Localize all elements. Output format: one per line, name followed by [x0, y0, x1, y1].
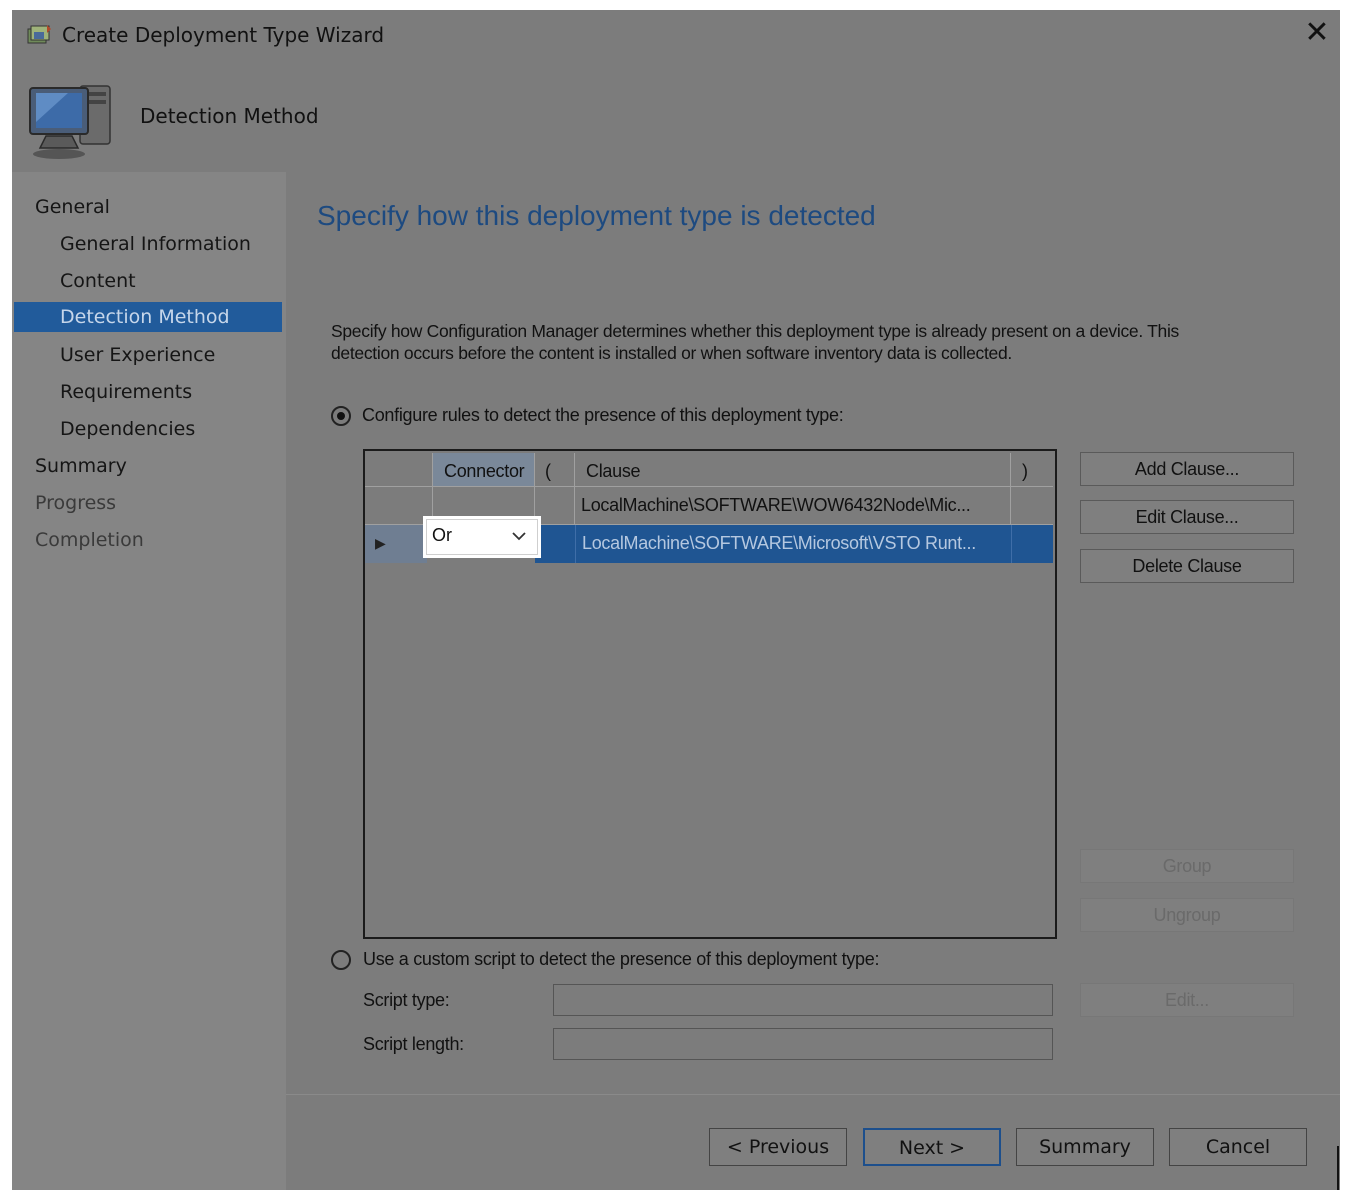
close-icon[interactable]: ✕	[1300, 16, 1334, 50]
ungroup-button[interactable]: Ungroup	[1080, 898, 1294, 932]
row-selected-indicator-icon: ▶	[365, 525, 427, 563]
nav-item-general[interactable]: General	[35, 192, 110, 222]
nav-item-user-experience[interactable]: User Experience	[60, 340, 215, 370]
window-edge	[1337, 1146, 1339, 1192]
title-bar: Create Deployment Type Wizard ✕	[12, 10, 1340, 62]
grid-cell-close-paren[interactable]	[1011, 487, 1053, 525]
chevron-down-icon	[512, 532, 526, 541]
nav-item-completion: Completion	[35, 529, 144, 551]
wizard-window: Create Deployment Type Wizard ✕ Detectio…	[12, 10, 1340, 1190]
grid-header-clause[interactable]: Clause	[575, 453, 1011, 487]
grid-cell-clause[interactable]: LocalMachine\SOFTWARE\WOW6432Node\Mic...	[575, 487, 1011, 525]
script-length-field	[553, 1028, 1053, 1060]
nav-item-summary[interactable]: Summary	[35, 451, 127, 481]
next-button[interactable]: Next >	[863, 1128, 1001, 1166]
script-radio[interactable]	[331, 950, 351, 970]
script-type-label: Script type:	[363, 990, 450, 1010]
section-description: Specify how Configuration Manager determ…	[331, 321, 1179, 363]
nav-item-dependencies[interactable]: Dependencies	[60, 414, 195, 444]
grid-header-open-paren[interactable]: (	[535, 453, 575, 487]
nav-item-general-information[interactable]: General Information	[60, 229, 251, 259]
content-pane: Specify how this deployment type is dete…	[286, 172, 1340, 1190]
delete-clause-button[interactable]: Delete Clause	[1080, 549, 1294, 583]
connector-dropdown-value: Or	[432, 525, 452, 545]
script-radio-label[interactable]: Use a custom script to detect the presen…	[363, 949, 879, 970]
rules-radio-label[interactable]: Configure rules to detect the presence o…	[362, 405, 844, 426]
wizard-nav: General General Information Content Dete…	[12, 172, 286, 1190]
connector-dropdown[interactable]: Or	[423, 516, 541, 558]
section-heading: Specify how this deployment type is dete…	[317, 200, 876, 231]
page-title: Detection Method	[140, 104, 319, 128]
previous-button[interactable]: < Previous	[709, 1128, 847, 1166]
grid-cell-open-paren-selected[interactable]	[535, 525, 575, 563]
wizard-header: Detection Method	[12, 62, 1340, 172]
bottom-edge	[12, 1190, 1340, 1202]
cancel-button[interactable]: Cancel	[1169, 1128, 1307, 1166]
edit-script-button[interactable]: Edit...	[1080, 983, 1294, 1017]
script-type-field	[553, 984, 1053, 1016]
grid-header-indicator	[365, 453, 433, 487]
grid-header-connector[interactable]: Connector	[433, 453, 535, 487]
nav-item-content[interactable]: Content	[60, 266, 136, 296]
group-button[interactable]: Group	[1080, 849, 1294, 883]
grid-header-close-paren[interactable]: )	[1011, 453, 1053, 487]
grid-cell-close-paren-selected[interactable]	[1011, 525, 1053, 563]
nav-item-detection-method[interactable]: Detection Method	[14, 302, 282, 332]
nav-item-progress: Progress	[35, 492, 117, 514]
summary-button[interactable]: Summary	[1016, 1128, 1154, 1166]
window-title: Create Deployment Type Wizard	[62, 23, 385, 47]
footer-divider	[286, 1094, 1340, 1095]
grid-cell-open-paren[interactable]	[535, 487, 575, 525]
edit-clause-button[interactable]: Edit Clause...	[1080, 500, 1294, 534]
nav-item-requirements[interactable]: Requirements	[60, 377, 192, 407]
add-clause-button[interactable]: Add Clause...	[1080, 452, 1294, 486]
wizard-app-icon	[27, 25, 51, 44]
grid-cell-clause-selected[interactable]: LocalMachine\SOFTWARE\Microsoft\VSTO Run…	[575, 525, 1011, 563]
script-length-label: Script length:	[363, 1034, 464, 1054]
computer-icon	[29, 85, 111, 159]
rules-radio[interactable]	[331, 406, 351, 426]
